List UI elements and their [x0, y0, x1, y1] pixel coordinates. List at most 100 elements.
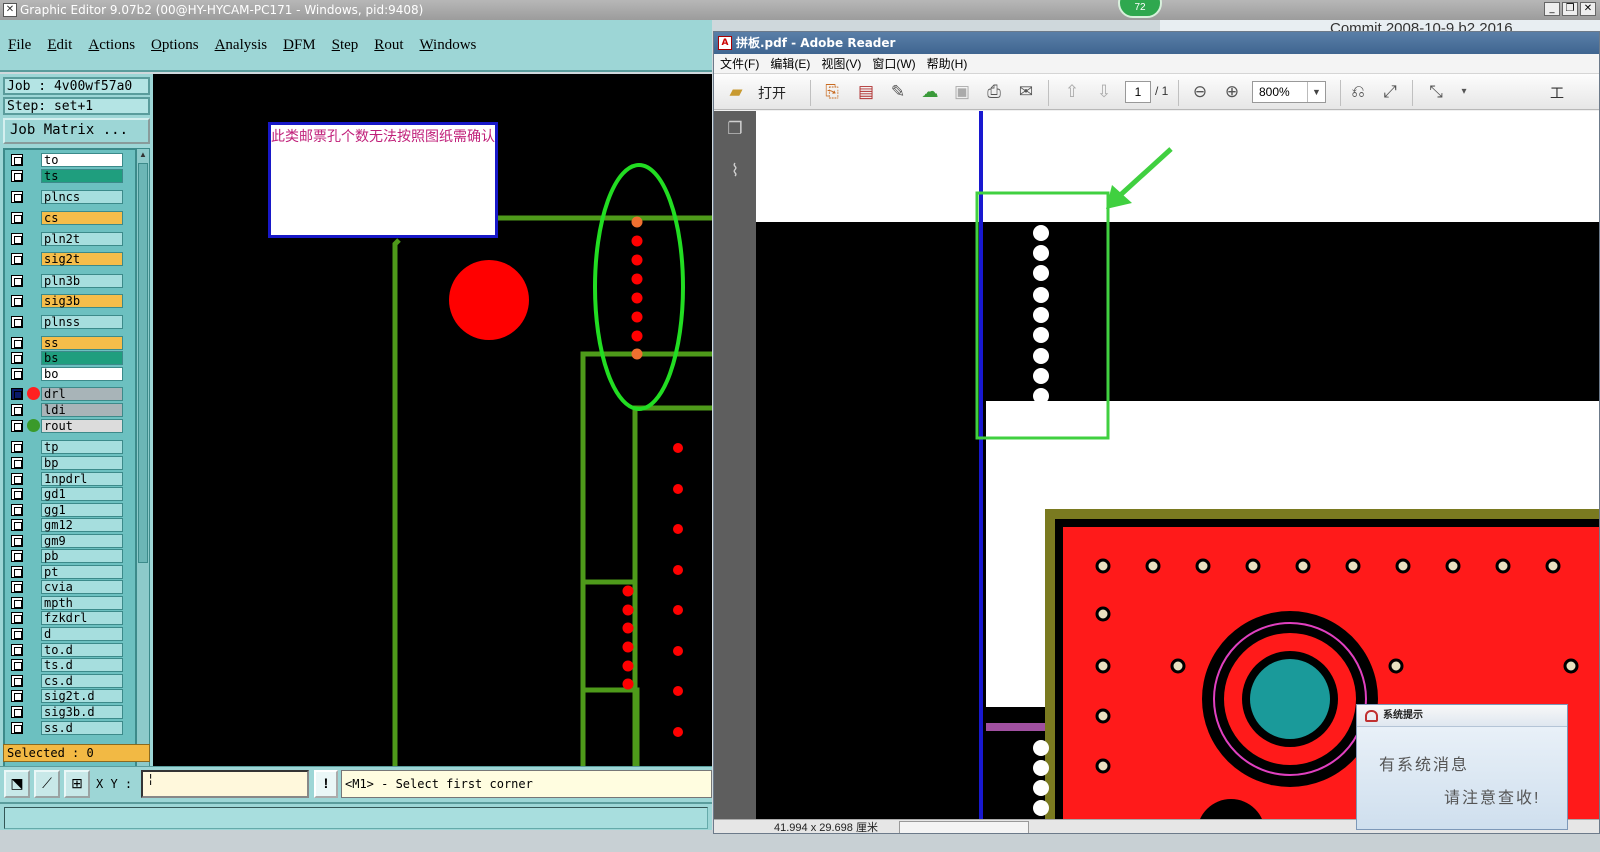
email-icon[interactable]: ✉	[1014, 80, 1038, 104]
layer-name[interactable]: pln3b	[41, 274, 123, 288]
menu-step[interactable]: Step	[332, 37, 359, 54]
graphic-canvas[interactable]: 此类邮票孔个数无法按照图纸需确认	[153, 74, 712, 766]
system-notification-popup[interactable]: 系统提示 有系统消息 请注意查收!	[1356, 704, 1568, 830]
layer-name[interactable]: cs.d	[41, 674, 123, 688]
layer-checkbox[interactable]	[11, 191, 23, 203]
layer-name[interactable]: tp	[41, 440, 123, 454]
layer-checkbox[interactable]	[11, 253, 23, 265]
combine-icon[interactable]: ▤	[854, 80, 878, 104]
layer-row-ts-d[interactable]: ts.d	[9, 658, 127, 672]
layer-checkbox[interactable]	[11, 675, 23, 687]
open-folder-icon[interactable]: ▰	[724, 80, 748, 104]
layer-name[interactable]: drl	[41, 387, 123, 401]
layer-name[interactable]: plnss	[41, 315, 123, 329]
layer-name[interactable]: bs	[41, 351, 123, 365]
layer-row-sig3b[interactable]: sig3b	[9, 294, 127, 308]
layer-checkbox[interactable]	[11, 352, 23, 364]
layer-checkbox[interactable]	[11, 316, 23, 328]
reader-menu-file[interactable]: 文件(F)	[720, 54, 759, 74]
next-page-icon[interactable]: ⇩	[1092, 80, 1116, 104]
measure-icon[interactable]: ⟋	[34, 770, 60, 798]
layer-name[interactable]: sig3b.d	[41, 705, 123, 719]
layer-name[interactable]: plncs	[41, 190, 123, 204]
layer-row-gm12[interactable]: gm12	[9, 518, 127, 532]
layer-checkbox[interactable]	[11, 154, 23, 166]
layer-name[interactable]: pln2t	[41, 232, 123, 246]
layer-name[interactable]: cs	[41, 211, 123, 225]
layer-checkbox[interactable]	[11, 488, 23, 500]
chevron-down-icon[interactable]: ▼	[1307, 82, 1325, 102]
layer-checkbox[interactable]	[11, 170, 23, 182]
notification-badge[interactable]: 72	[1118, 0, 1162, 18]
xy-input[interactable]: ¦	[141, 770, 309, 798]
layer-row-sig3b-d[interactable]: sig3b.d	[9, 705, 127, 719]
fullscreen-icon[interactable]: ⤡	[1424, 80, 1448, 104]
layer-checkbox[interactable]	[11, 275, 23, 287]
restore-button[interactable]: ❐	[1562, 2, 1578, 16]
layer-checkbox[interactable]	[11, 690, 23, 702]
layer-checkbox[interactable]	[11, 420, 23, 432]
layer-row-tp[interactable]: tp	[9, 440, 127, 454]
close-button[interactable]: ✕	[1580, 2, 1596, 16]
layer-name[interactable]: gm12	[41, 518, 123, 532]
layer-checkbox[interactable]	[11, 612, 23, 624]
print-icon[interactable]: ⎙	[982, 80, 1006, 104]
layer-row-plncs[interactable]: plncs	[9, 190, 127, 204]
layer-name[interactable]: rout	[41, 419, 123, 433]
layer-name[interactable]: mpth	[41, 596, 123, 610]
layer-row-ss-d[interactable]: ss.d	[9, 721, 127, 735]
layer-row-pln3b[interactable]: pln3b	[9, 274, 127, 288]
reader-menu-view[interactable]: 视图(V)	[821, 54, 861, 74]
layer-checkbox[interactable]	[11, 706, 23, 718]
layer-name[interactable]: ts	[41, 169, 123, 183]
save-icon[interactable]: ▣	[950, 80, 974, 104]
layer-name[interactable]: pt	[41, 565, 123, 579]
layer-row-bs[interactable]: bs	[9, 351, 127, 365]
layer-checkbox[interactable]	[11, 519, 23, 531]
zoom-area-icon[interactable]: ⬔	[4, 770, 30, 798]
layer-row-gd1[interactable]: gd1	[9, 487, 127, 501]
toolbar-more-icon[interactable]: ▾	[1452, 80, 1476, 104]
prev-page-icon[interactable]: ⇧	[1060, 80, 1084, 104]
layer-row-sig2t[interactable]: sig2t	[9, 252, 127, 266]
layer-name[interactable]: fzkdrl	[41, 611, 123, 625]
layer-name[interactable]: to.d	[41, 643, 123, 657]
menu-windows[interactable]: Windows	[419, 37, 476, 54]
horizontal-scrollbar[interactable]	[899, 821, 1029, 833]
reader-menu-edit[interactable]: 编辑(E)	[770, 54, 810, 74]
layer-name[interactable]: gd1	[41, 487, 123, 501]
menu-file[interactable]: File	[8, 37, 31, 54]
layer-row-ts[interactable]: ts	[9, 169, 127, 183]
zoom-select[interactable]: 800% ▼	[1252, 81, 1326, 103]
minimize-button[interactable]: _	[1544, 2, 1560, 16]
layer-checkbox[interactable]	[11, 722, 23, 734]
layer-name[interactable]: ss.d	[41, 721, 123, 735]
layer-name[interactable]: ldi	[41, 403, 123, 417]
job-matrix-button[interactable]: Job Matrix ...	[3, 118, 150, 144]
layer-row-ss[interactable]: ss	[9, 336, 127, 350]
layer-row-cvia[interactable]: cvia	[9, 580, 127, 594]
attachment-icon[interactable]: ⌇	[723, 159, 747, 183]
layer-name[interactable]: sig3b	[41, 294, 123, 308]
open-button[interactable]: 打开	[758, 83, 786, 103]
scroll-thumb[interactable]	[138, 163, 148, 563]
layer-row-to[interactable]: to	[9, 153, 127, 167]
layer-row-bp[interactable]: bp	[9, 456, 127, 470]
layer-checkbox[interactable]	[11, 473, 23, 485]
layer-row-bo[interactable]: bo	[9, 367, 127, 381]
layer-name[interactable]: 1npdrl	[41, 472, 123, 486]
page-number-input[interactable]: 1	[1125, 81, 1151, 103]
layer-row-gm9[interactable]: gm9	[9, 534, 127, 548]
pages-icon[interactable]: ❐	[723, 117, 747, 141]
layer-checkbox[interactable]	[11, 368, 23, 380]
layer-checkbox[interactable]	[11, 566, 23, 578]
layer-name[interactable]: gm9	[41, 534, 123, 548]
fit-width-icon[interactable]: ⤢	[1378, 80, 1402, 104]
create-pdf-icon[interactable]: ⎘	[820, 80, 844, 104]
layer-name[interactable]: sig2t	[41, 252, 123, 266]
layer-row-drl[interactable]: drl	[9, 387, 127, 401]
fit-page-icon[interactable]: ⎌	[1346, 80, 1370, 104]
layer-name[interactable]: pb	[41, 549, 123, 563]
layer-checkbox[interactable]	[11, 388, 23, 400]
layer-row-pln2t[interactable]: pln2t	[9, 232, 127, 246]
